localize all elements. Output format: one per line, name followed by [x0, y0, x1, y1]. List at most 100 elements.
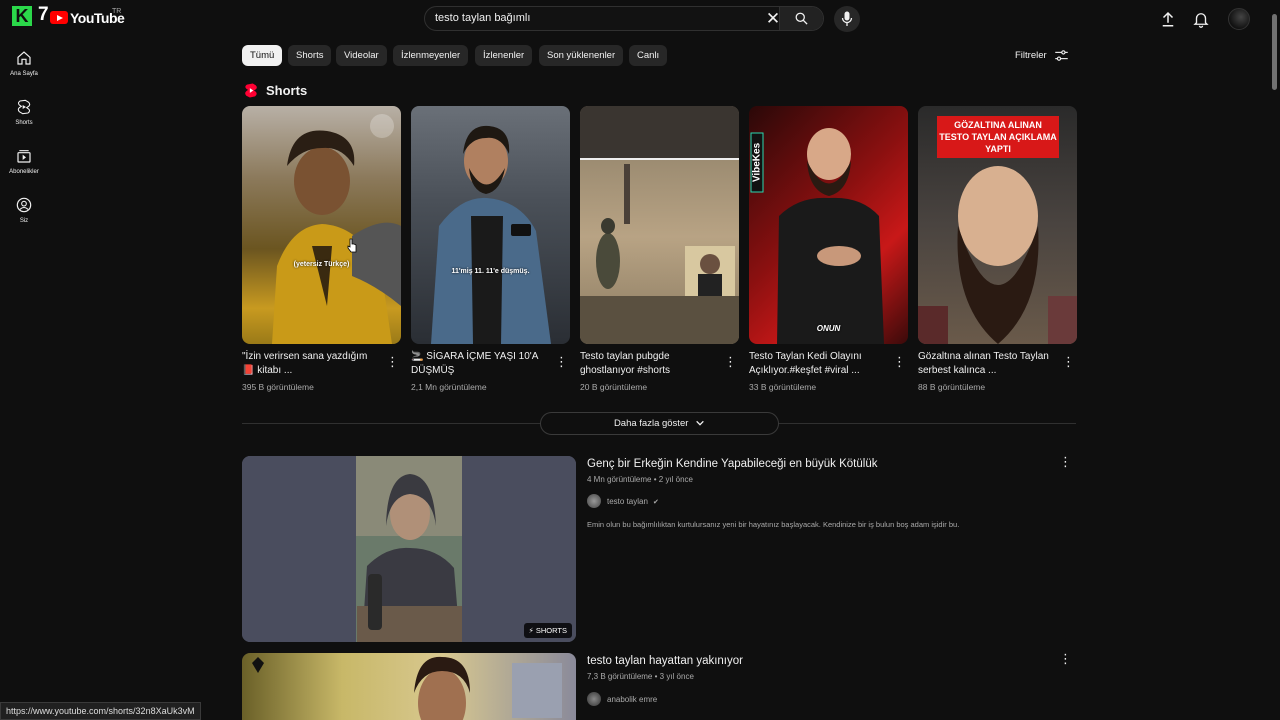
video-title[interactable]: testo taylan hayattan yakınıyor [587, 655, 743, 667]
voice-search-button[interactable] [834, 6, 860, 32]
meta-separator: • [654, 672, 658, 681]
short-more-options-icon[interactable] [555, 355, 568, 369]
chip-unwatched[interactable]: İzlenmeyenler [393, 45, 469, 66]
mouse-cursor-icon [347, 238, 357, 253]
sidebar-item-shorts[interactable]: Shorts [0, 99, 48, 143]
shorts-logo-icon [245, 83, 257, 98]
video-meta: 4 Mn görüntüleme • 2 yıl önce [587, 475, 693, 484]
sidebar-item-label: Abonelikler [9, 169, 39, 175]
short-card[interactable]: VibeKes ONUN Testo Taylan Kedi Olayını A… [749, 106, 908, 392]
short-views: 33 B görüntüleme [749, 382, 817, 392]
short-more-options-icon[interactable] [724, 355, 737, 369]
microphone-icon [841, 11, 853, 26]
k7-logo-icon: K [12, 6, 32, 26]
chip-recently-uploaded[interactable]: Son yüklenenler [539, 45, 624, 66]
shorts-section-title: Shorts [266, 83, 308, 98]
chip-live[interactable]: Canlı [629, 45, 668, 66]
sidebar-item-label: Shorts [15, 120, 33, 126]
chevron-down-icon [696, 421, 704, 427]
youtube-logo-icon[interactable] [50, 11, 68, 24]
video-frame [252, 656, 562, 720]
chip-videos[interactable]: Videolar [336, 45, 387, 66]
short-title[interactable]: Testo taylan pubgde ghostlanıyor #shorts [580, 350, 720, 378]
short-views: 395 B görüntüleme [242, 382, 314, 392]
short-card[interactable]: 11'miş 11. 11'e düşmüş. 🚬 SİGARA İÇME YA… [411, 106, 570, 392]
shorts-badge-label: SHORTS [535, 626, 567, 635]
video-more-options-icon[interactable] [1059, 652, 1072, 666]
channel-avatar[interactable] [587, 692, 601, 706]
short-title[interactable]: Gözaltına alınan Testo Taylan serbest ka… [918, 350, 1058, 378]
short-title[interactable]: "İzin verirsen sana yazdığım 📕 kitabı ..… [242, 350, 382, 378]
link-preview-status: https://www.youtube.com/shorts/32n8XaUk3… [0, 702, 201, 720]
game-scene [580, 106, 739, 344]
short-card[interactable]: (yetersiz Türkçe) "İzin verirsen sana ya… [242, 106, 401, 392]
short-card[interactable]: GÖZALTINA ALINAN TESTO TAYLAN AÇIKLAMA Y… [918, 106, 1077, 392]
short-title[interactable]: 🚬 SİGARA İÇME YAŞI 10'A DÜŞMÜŞ [411, 350, 551, 378]
search-box: ✕ [424, 6, 824, 31]
chip-all[interactable]: Tümü [242, 45, 283, 66]
search-input[interactable] [435, 12, 755, 24]
you-icon [16, 197, 32, 213]
scrollbar-thumb[interactable] [1272, 14, 1277, 90]
home-icon [17, 51, 31, 65]
sidebar-item-label: Ana Sayfa [10, 71, 38, 77]
shorts-badge-icon: ⚡ [528, 626, 534, 635]
chip-watched[interactable]: İzlenenler [475, 45, 533, 66]
sidebar-item-label: Siz [19, 218, 29, 224]
short-caption: (yetersiz Türkçe) [293, 261, 350, 268]
person-silhouette [431, 125, 551, 344]
mute-icon[interactable] [370, 114, 394, 138]
video-more-options-icon[interactable] [1059, 455, 1072, 469]
notifications-bell-icon[interactable] [1192, 10, 1210, 28]
upload-icon[interactable] [1159, 10, 1177, 28]
short-views: 20 B görüntüleme [580, 382, 648, 392]
short-thumbnail[interactable]: GÖZALTINA ALINAN TESTO TAYLAN AÇIKLAMA Y… [918, 106, 1077, 344]
short-thumbnail[interactable]: VibeKes ONUN [749, 106, 908, 344]
person-silhouette [777, 128, 884, 344]
person-silhouette [272, 130, 401, 344]
sidebar-item-you[interactable]: Siz [0, 197, 48, 241]
filters-sliders-icon[interactable] [1054, 48, 1069, 63]
short-caption: 11'miş 11. 11'e düşmüş. [451, 268, 530, 275]
vibekes-side-label: VibeKes [750, 132, 764, 193]
channel-avatar[interactable] [587, 494, 601, 508]
short-card[interactable]: Testo taylan pubgde ghostlanıyor #shorts… [580, 106, 739, 392]
account-avatar[interactable] [1228, 8, 1250, 30]
chip-shorts[interactable]: Shorts [288, 45, 332, 66]
video-thumbnail[interactable] [242, 653, 576, 720]
k7-logo-number: 7 [38, 4, 49, 25]
sidebar-item-subscriptions[interactable]: Abonelikler [0, 148, 48, 192]
video-age: 2 yıl önce [658, 475, 694, 484]
short-thumbnail[interactable]: 11'miş 11. 11'e düşmüş. [411, 106, 570, 344]
filters-button[interactable]: Filtreler [1015, 50, 1047, 61]
short-thumbnail[interactable]: (yetersiz Türkçe) [242, 106, 401, 344]
short-caption: ONUN [816, 324, 841, 333]
show-more-label: Daha fazla göster [613, 418, 689, 429]
page-scrollbar[interactable] [1271, 0, 1278, 720]
short-caption: GÖZALTINA ALINAN TESTO TAYLAN AÇIKLAMA Y… [937, 116, 1059, 158]
channel-name[interactable]: testo taylan [607, 497, 648, 506]
video-frame [242, 456, 576, 642]
region-code: TR [112, 8, 122, 15]
short-views: 2,1 Mn görüntüleme [411, 382, 487, 392]
short-more-options-icon[interactable] [1062, 355, 1075, 369]
video-thumbnail[interactable]: ⚡ SHORTS [242, 456, 576, 642]
verified-badge-icon: ✔ [653, 499, 659, 506]
short-more-options-icon[interactable] [893, 355, 906, 369]
video-description: Emin olun bu bağımlılıktan kurtulursanız… [587, 520, 960, 529]
channel-name[interactable]: anabolik emre [607, 695, 657, 704]
sidebar-item-home[interactable]: Ana Sayfa [0, 50, 48, 94]
video-age: 3 yıl önce [659, 672, 694, 681]
subscriptions-icon [17, 150, 31, 163]
shorts-icon [17, 99, 31, 115]
show-more-button[interactable]: Daha fazla göster [540, 412, 779, 435]
search-icon [795, 12, 808, 25]
shorts-badge: ⚡ SHORTS [523, 623, 572, 638]
top-bar: K 7 YouTube TR ✕ [0, 0, 1280, 38]
video-meta: 7,3 B görüntüleme • 3 yıl önce [587, 672, 694, 681]
video-title[interactable]: Genç bir Erkeğin Kendine Yapabileceği en… [587, 458, 877, 470]
short-title[interactable]: Testo Taylan Kedi Olayını Açıklıyor.#keş… [749, 350, 889, 378]
short-thumbnail[interactable] [580, 106, 739, 344]
short-more-options-icon[interactable] [386, 355, 399, 369]
search-button[interactable] [779, 7, 823, 30]
